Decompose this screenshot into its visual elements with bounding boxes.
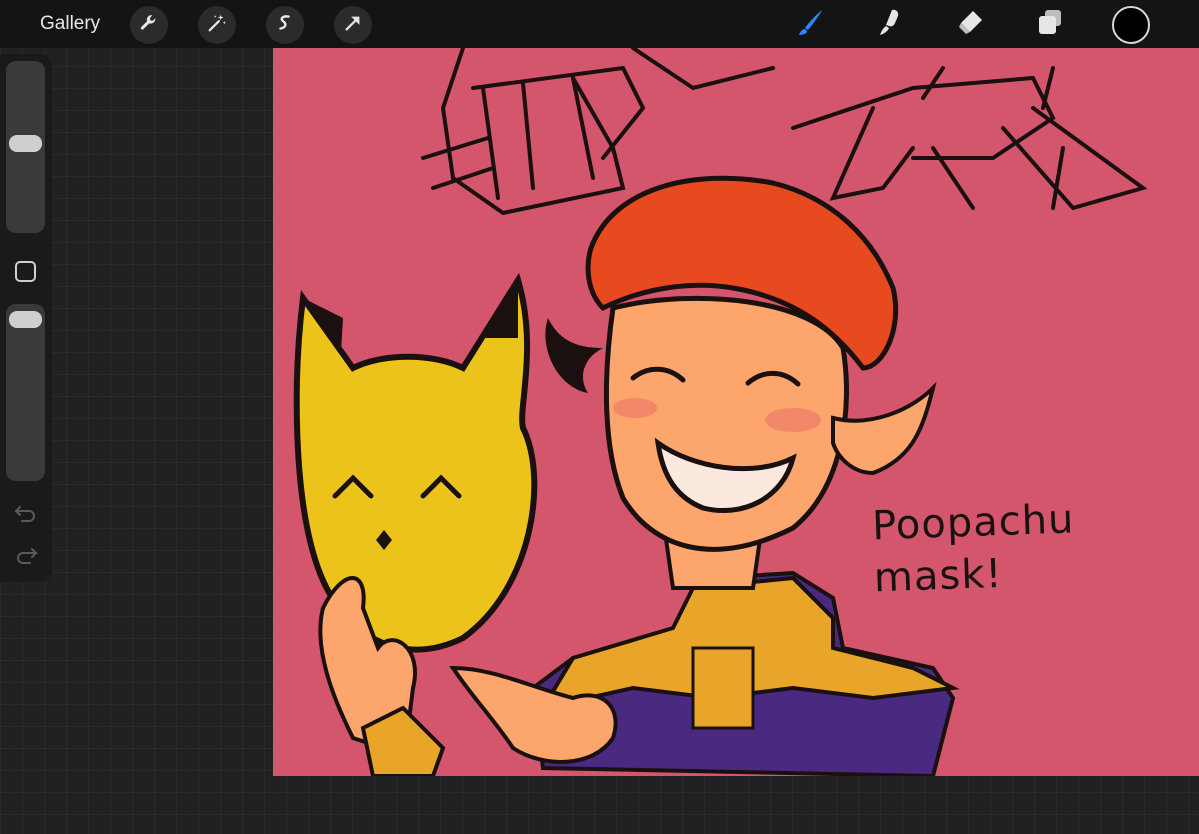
redo-button[interactable] xyxy=(13,544,39,566)
sketch-mark xyxy=(545,318,603,393)
selection-icon xyxy=(274,12,296,39)
adjustments-button[interactable] xyxy=(198,6,236,44)
eraser-icon xyxy=(955,7,985,42)
sidebar xyxy=(0,54,52,582)
procreate-app: Gallery Poopachu mask! xyxy=(0,0,1199,834)
left-cheek xyxy=(613,398,657,418)
caption-text: Poopachu mask! xyxy=(871,492,1124,605)
transform-button[interactable] xyxy=(334,6,372,44)
caption-line-2: mask! xyxy=(873,550,1004,602)
magic-wand-icon xyxy=(206,12,228,39)
collar-front xyxy=(691,646,755,730)
gallery-button[interactable]: Gallery xyxy=(40,12,100,36)
opacity-thumb[interactable] xyxy=(9,311,42,328)
actions-button[interactable] xyxy=(130,6,168,44)
selection-button[interactable] xyxy=(266,6,304,44)
brush-size-thumb[interactable] xyxy=(9,135,42,152)
smudge-icon xyxy=(875,7,905,42)
right-cheek xyxy=(765,408,821,432)
color-picker-button[interactable] xyxy=(1112,6,1150,44)
wrench-icon xyxy=(138,12,160,39)
transform-arrow-icon xyxy=(342,12,364,39)
modify-button[interactable] xyxy=(15,261,36,282)
undo-button[interactable] xyxy=(13,502,39,524)
brush-size-slider[interactable] xyxy=(6,61,45,233)
top-toolbar: Gallery xyxy=(0,0,1199,48)
caption-line-1: Poopachu xyxy=(871,496,1076,550)
artwork xyxy=(293,48,1148,776)
drawing-canvas[interactable]: Poopachu mask! xyxy=(273,48,1199,776)
redo-icon xyxy=(13,548,39,570)
smudge-tool[interactable] xyxy=(872,6,908,42)
brush-icon xyxy=(796,7,826,42)
undo-icon xyxy=(13,506,39,528)
brush-tool[interactable] xyxy=(793,6,829,42)
layers-icon xyxy=(1035,7,1065,42)
layers-button[interactable] xyxy=(1032,6,1068,42)
eraser-tool[interactable] xyxy=(952,6,988,42)
opacity-slider[interactable] xyxy=(6,304,45,481)
